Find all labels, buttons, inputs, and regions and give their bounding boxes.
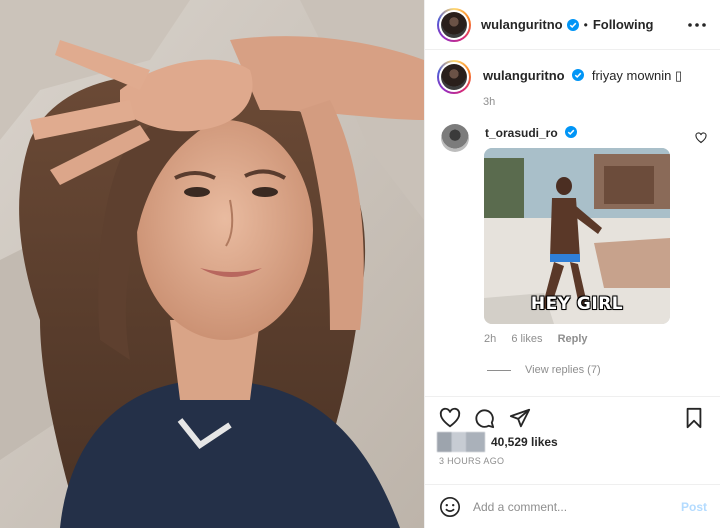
- comment-input[interactable]: [473, 499, 653, 514]
- caption-username[interactable]: wulanguritno: [483, 68, 565, 83]
- post-comment-button[interactable]: Post: [681, 500, 707, 514]
- selfie-image: [0, 0, 424, 528]
- verified-icon: [572, 69, 585, 81]
- bookmark-icon[interactable]: [683, 407, 705, 429]
- comment-likes[interactable]: 6 likes: [511, 333, 542, 345]
- comment-icon[interactable]: [473, 407, 495, 429]
- likes-row: 40,529 likes: [437, 432, 558, 452]
- author-username[interactable]: wulanguritno: [481, 17, 563, 32]
- heart-icon[interactable]: [439, 407, 461, 429]
- caption-avatar[interactable]: [437, 60, 471, 94]
- separator-dot: •: [583, 17, 588, 32]
- caption-text: friyay mownin ▯: [591, 68, 683, 83]
- verified-icon: [566, 18, 579, 31]
- view-replies-button[interactable]: View replies (7): [487, 364, 601, 376]
- emoji-icon[interactable]: [439, 496, 461, 518]
- verified-icon: [565, 126, 578, 138]
- comment-meta: 2h 6 likes Reply: [484, 333, 600, 345]
- reply-button[interactable]: Reply: [558, 333, 588, 345]
- replies-divider: [487, 369, 511, 371]
- add-comment-bar: Post: [425, 484, 720, 528]
- share-icon[interactable]: [509, 407, 531, 429]
- gif-caption: HEY GIRL: [530, 294, 624, 314]
- post-sidebar: wulanguritno • Following wulanguritno fr…: [424, 0, 720, 528]
- post-header: wulanguritno • Following: [425, 0, 720, 50]
- liker-avatars-blurred: [437, 432, 485, 452]
- author-avatar[interactable]: [437, 7, 471, 42]
- comment-timestamp[interactable]: 2h: [484, 333, 496, 345]
- comment-gif[interactable]: HEY GIRL: [484, 148, 670, 324]
- following-button[interactable]: Following: [593, 17, 654, 32]
- commenter-avatar[interactable]: [441, 124, 469, 152]
- post-caption: wulanguritno friyay mownin ▯ 3h: [437, 60, 682, 108]
- post-photo[interactable]: [0, 0, 424, 528]
- comment-like-heart-icon[interactable]: [695, 132, 707, 144]
- more-options-icon[interactable]: [687, 16, 707, 34]
- commenter-username[interactable]: t_orasudi_ro: [485, 126, 558, 140]
- caption-timestamp[interactable]: 3h: [483, 96, 682, 108]
- view-replies-label: View replies (7): [525, 364, 601, 376]
- post-age[interactable]: 3 HOURS AGO: [439, 456, 504, 466]
- instagram-post: wulanguritno • Following wulanguritno fr…: [0, 0, 720, 528]
- likes-count[interactable]: 40,529 likes: [491, 435, 558, 449]
